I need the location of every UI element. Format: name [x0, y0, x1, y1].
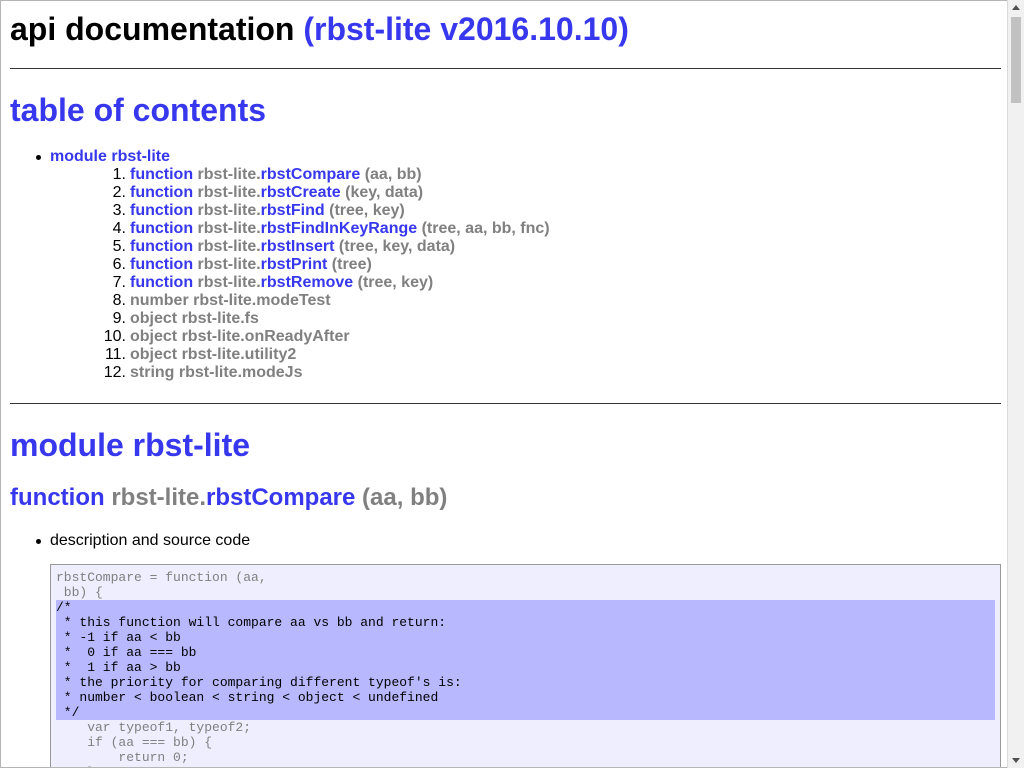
toc-item-function-name[interactable]: rbstCompare: [261, 166, 361, 183]
scrollbar-thumb[interactable]: [1011, 17, 1021, 103]
toc-item[interactable]: 7. function rbst-lite.rbstRemove (tree, k…: [50, 274, 550, 292]
source-code-block[interactable]: rbstCompare = function (aa, bb) {/* * th…: [50, 564, 1001, 767]
toc-item[interactable]: 12. string rbst-lite.modeJs: [50, 364, 550, 382]
version-label: (rbst-lite v2016.10.10): [303, 11, 629, 47]
toc-heading[interactable]: table of contents: [10, 90, 266, 130]
toc-item-keyword[interactable]: function: [130, 256, 193, 273]
code-line: rbstCompare = function (aa,: [56, 570, 267, 585]
toc-module-label[interactable]: module rbst-lite: [50, 148, 170, 165]
toc-list: module rbst-lite 1. function rbst-lite.rb…: [10, 148, 550, 382]
divider: [10, 403, 1001, 404]
code-comment-line: * -1 if aa < bb: [56, 630, 995, 645]
code-comment-line: * this function will compare aa vs bb an…: [56, 615, 995, 630]
toc-item-number: 11.: [104, 346, 126, 363]
toc-item-prefix[interactable]: rbst-lite.: [198, 166, 261, 183]
toc-item-args[interactable]: (tree, key, data): [339, 238, 455, 255]
code-line: return 0;: [56, 750, 189, 765]
module-heading[interactable]: module rbst-lite: [10, 425, 250, 465]
divider: [10, 68, 1001, 69]
toc-item[interactable]: 1. function rbst-lite.rbstCompare (aa, bb…: [50, 166, 550, 184]
toc-item[interactable]: 5. function rbst-lite.rbstInsert (tree, k…: [50, 238, 550, 256]
scroll-up-arrow-icon[interactable]: [1012, 5, 1020, 10]
toc-item-function-name[interactable]: rbstFindInKeyRange: [261, 220, 417, 237]
toc-item-number: 2.: [112, 184, 126, 201]
code-comment-line: * 1 if aa > bb: [56, 660, 995, 675]
code-comment-line: */: [56, 705, 995, 720]
toc-item-function-name[interactable]: rbstInsert: [261, 238, 335, 255]
toc-item[interactable]: 3. function rbst-lite.rbstFind (tree, key…: [50, 202, 550, 220]
toc-item-keyword[interactable]: function: [130, 184, 193, 201]
function-name: rbstCompare: [206, 484, 356, 511]
toc-item-prefix[interactable]: object rbst-lite.fs: [130, 310, 259, 327]
toc-item[interactable]: 10. object rbst-lite.onReadyAfter: [50, 328, 550, 346]
toc-item-keyword[interactable]: function: [130, 274, 193, 291]
toc-item-prefix[interactable]: rbst-lite.: [198, 220, 261, 237]
toc-item[interactable]: 9. object rbst-lite.fs: [50, 310, 550, 328]
toc-item-number: 5.: [112, 238, 126, 255]
toc-item-keyword[interactable]: function: [130, 238, 193, 255]
code-comment-line: * number < boolean < string < object < u…: [56, 690, 995, 705]
code-line: if (aa === bb) {: [56, 735, 213, 750]
function-args: (aa, bb): [362, 484, 448, 511]
page-title-text: api documentation: [10, 11, 295, 47]
toc-item-prefix[interactable]: rbst-lite.: [198, 274, 261, 291]
toc-item[interactable]: 8. number rbst-lite.modeTest: [50, 292, 550, 310]
toc-item-function-name[interactable]: rbstRemove: [261, 274, 353, 291]
page-title: api documentation (rbst-lite v2016.10.10…: [10, 9, 629, 49]
code-comment-line: * 0 if aa === bb: [56, 645, 995, 660]
code-line: bb) {: [56, 585, 103, 600]
function-prefix: rbst-lite.: [111, 484, 206, 511]
scroll-down-arrow-icon[interactable]: [1012, 758, 1020, 763]
toc-item-number: 6.: [112, 256, 126, 273]
toc-item-number: 1.: [112, 166, 126, 183]
toc-item-keyword[interactable]: function: [130, 166, 193, 183]
description-label: description and source code: [35, 532, 251, 549]
toc-item-args[interactable]: (tree, key): [358, 274, 434, 291]
code-line: var typeof1, typeof2;: [56, 720, 252, 735]
toc-item-prefix[interactable]: rbst-lite.: [198, 202, 261, 219]
toc-item-number: 8.: [112, 292, 126, 309]
toc-items: 1. function rbst-lite.rbstCompare (aa, bb…: [50, 166, 550, 382]
toc-item-args[interactable]: (tree, key): [329, 202, 405, 219]
toc-item-function-name[interactable]: rbstCreate: [261, 184, 341, 201]
toc-item-number: 10.: [103, 328, 126, 345]
function-heading[interactable]: function rbst-lite.rbstCompare (aa, bb): [10, 483, 447, 513]
toc-item-prefix[interactable]: number rbst-lite.modeTest: [130, 292, 331, 309]
toc-item-keyword[interactable]: function: [130, 220, 193, 237]
toc-item-number: 4.: [112, 220, 126, 237]
function-keyword: function: [10, 484, 105, 511]
document-viewport: api documentation (rbst-lite v2016.10.10…: [0, 0, 1007, 768]
toc-module-link[interactable]: module rbst-lite 1. function rbst-lite.rb…: [10, 148, 550, 382]
toc-item[interactable]: 11. object rbst-lite.utility2: [50, 346, 550, 364]
toc-item-prefix[interactable]: rbst-lite.: [198, 256, 261, 273]
toc-item-number: 3.: [112, 202, 126, 219]
toc-item-args[interactable]: (key, data): [345, 184, 423, 201]
toc-item-function-name[interactable]: rbstPrint: [261, 256, 328, 273]
toc-item-prefix[interactable]: rbst-lite.: [198, 184, 261, 201]
toc-item-args[interactable]: (tree, aa, bb, fnc): [422, 220, 550, 237]
toc-item-args[interactable]: (tree): [332, 256, 372, 273]
code-comment-line: /*: [56, 600, 995, 615]
toc-item-number: 9.: [112, 310, 126, 327]
toc-item-prefix[interactable]: string rbst-lite.modeJs: [130, 364, 302, 381]
code-comment-line: * the priority for comparing different t…: [56, 675, 995, 690]
toc-item-prefix[interactable]: object rbst-lite.onReadyAfter: [130, 328, 350, 345]
toc-item-prefix[interactable]: object rbst-lite.utility2: [130, 346, 296, 363]
toc-item[interactable]: 2. function rbst-lite.rbstCreate (key, da…: [50, 184, 550, 202]
toc-item-prefix[interactable]: rbst-lite.: [198, 238, 261, 255]
toc-item-number: 7.: [112, 274, 126, 291]
toc-item[interactable]: 6. function rbst-lite.rbstPrint (tree): [50, 256, 550, 274]
vertical-scrollbar[interactable]: [1007, 0, 1024, 768]
toc-item-keyword[interactable]: function: [130, 202, 193, 219]
toc-item-function-name[interactable]: rbstFind: [261, 202, 325, 219]
toc-item-args[interactable]: (aa, bb): [365, 166, 422, 183]
toc-item[interactable]: 4. function rbst-lite.rbstFindInKeyRange …: [50, 220, 550, 238]
toc-item-number: 12.: [103, 364, 126, 381]
